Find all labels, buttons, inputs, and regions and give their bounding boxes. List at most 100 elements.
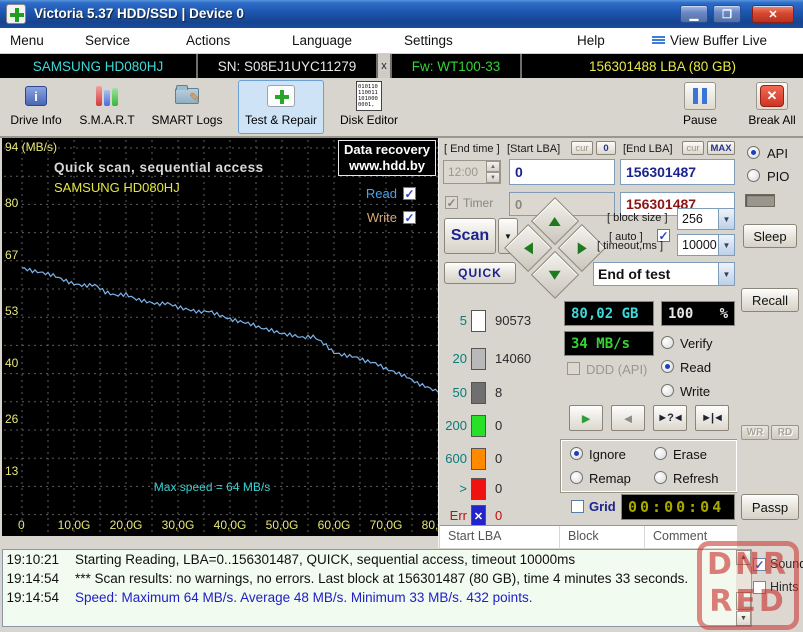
end-lba-max-button[interactable]: MAX	[707, 141, 735, 155]
minimize-button[interactable]: ▁	[680, 5, 708, 23]
serial-close-button[interactable]: x	[378, 54, 392, 78]
recall-button[interactable]: Recall	[741, 288, 799, 312]
max-speed-note: Max speed = 64 MB/s	[102, 480, 322, 494]
spin-up-icon[interactable]: ▲	[486, 161, 500, 172]
read-checkbox[interactable]: ✓	[403, 187, 416, 200]
time-block-icon	[471, 448, 486, 470]
stats-row: 2014060	[439, 348, 559, 372]
smart-logs-button[interactable]: ✎ SMART Logs	[148, 80, 226, 134]
end-lba-cur-button[interactable]: cur	[682, 141, 704, 155]
column-start-lba: Start LBA	[440, 526, 560, 548]
x-tick-label: 0	[18, 518, 25, 532]
stats-value: 0	[495, 481, 502, 496]
menu-item-settings[interactable]: Settings	[404, 33, 453, 48]
write-radio[interactable]	[661, 384, 674, 397]
timeout-label: [ timeout,ms ]	[597, 240, 663, 252]
pio-label: PIO	[767, 169, 789, 184]
activity-led	[745, 194, 775, 207]
disk-editor-button[interactable]: 010110 110011 101000 0001, Disk Editor	[332, 80, 406, 134]
ddd-api-checkbox[interactable]	[567, 362, 580, 375]
start-lba-label: [Start LBA]	[507, 143, 560, 155]
menu-item-service[interactable]: Service	[85, 33, 130, 48]
block-size-combo[interactable]: 256▼	[677, 208, 735, 230]
check-icon: ✓	[404, 213, 414, 223]
y-tick-label: 94 (MB/s)	[5, 140, 57, 154]
verify-radio[interactable]	[661, 336, 674, 349]
break-all-button[interactable]: ✕ Break All	[742, 80, 802, 134]
menu-item-language[interactable]: Language	[292, 33, 352, 48]
timeout-combo[interactable]: 10000▼	[677, 234, 735, 256]
drive-info-button[interactable]: i Drive Info	[4, 80, 68, 134]
write-checkbox[interactable]: ✓	[403, 211, 416, 224]
end-of-test-combo[interactable]: End of test▼	[593, 262, 735, 286]
end-time-spinner[interactable]: 12:00 ▲▼	[443, 160, 501, 184]
grid-checkbox[interactable]	[571, 500, 584, 513]
play-backward-button[interactable]: ◄	[611, 405, 645, 431]
end-lba-input[interactable]: 156301487	[620, 159, 735, 185]
scan-button[interactable]: Scan	[444, 218, 496, 254]
capacity-led: 80,02 GB	[564, 301, 654, 326]
log-line: 19:10:21Starting Reading, LBA=0..1563014…	[3, 550, 751, 569]
block-time-stats: 590573201406050820006000>0Err✕0	[439, 295, 559, 535]
random-read-button[interactable]: ►?◄	[653, 405, 687, 431]
graph-title: Quick scan, sequential access	[54, 160, 264, 175]
quick-button[interactable]: QUICK	[444, 262, 516, 284]
play-forward-button[interactable]: ►	[569, 405, 603, 431]
log-line: 19:14:54Speed: Maximum 64 MB/s. Average …	[3, 588, 751, 607]
close-button[interactable]: ✕	[752, 5, 794, 23]
maximize-icon: ❐	[722, 8, 732, 21]
remap-radio[interactable]	[570, 471, 583, 484]
folder-icon: ✎	[175, 88, 199, 104]
wr-button[interactable]: WR	[741, 425, 769, 440]
binary-page-icon: 010110 110011 101000 0001,	[356, 81, 382, 111]
legend-read-row: Read ✓	[366, 186, 416, 201]
check-icon: ✓	[404, 189, 414, 199]
chevron-down-icon[interactable]: ▼	[718, 209, 734, 229]
refresh-radio[interactable]	[654, 471, 667, 484]
api-radio[interactable]	[747, 146, 760, 159]
passp-button[interactable]: Passp	[741, 494, 799, 520]
smart-button[interactable]: S.M.A.R.T	[74, 80, 140, 134]
start-lba-zero-button[interactable]: 0	[596, 141, 616, 155]
menu-item-menu[interactable]: Menu	[10, 33, 44, 48]
stats-value: 0	[495, 451, 502, 466]
sleep-button[interactable]: Sleep	[743, 224, 797, 248]
spin-down-icon[interactable]: ▼	[486, 172, 500, 183]
start-lba-input[interactable]: 0	[509, 159, 615, 185]
stats-label: >	[459, 481, 467, 496]
stats-label: 600	[445, 451, 467, 466]
stats-value: 0	[495, 508, 502, 523]
drive-serial: SN: S08EJ1UYC11279	[198, 54, 378, 78]
timer-checkbox[interactable]: ✓	[445, 196, 458, 209]
ignore-radio[interactable]	[570, 447, 583, 460]
log-area[interactable]: 19:10:21Starting Reading, LBA=0..1563014…	[2, 549, 752, 627]
menu-item-view-buffer-live[interactable]: View Buffer Live	[670, 33, 767, 48]
hddby-banner: Data recovery www.hdd.by	[338, 140, 436, 176]
maximize-button[interactable]: ❐	[713, 5, 741, 23]
log-message: *** Scan results: no warnings, no errors…	[75, 571, 688, 586]
play-icon: ►	[580, 411, 593, 426]
x-tick-label: 80,0G	[422, 518, 438, 532]
stats-label: 200	[445, 418, 467, 433]
butterfly-read-button[interactable]: ►|◄	[695, 405, 729, 431]
remap-label: Remap	[589, 471, 631, 486]
test-repair-button[interactable]: Test & Repair	[238, 80, 324, 134]
grid-label: Grid	[589, 499, 616, 514]
random-icon: ►?◄	[657, 412, 683, 424]
start-lba-cur-button[interactable]: cur	[571, 141, 593, 155]
chevron-down-icon[interactable]: ▼	[718, 235, 734, 255]
menu-item-actions[interactable]: Actions	[186, 33, 230, 48]
time-block-icon	[471, 382, 486, 404]
erase-radio[interactable]	[654, 447, 667, 460]
pio-radio[interactable]	[747, 169, 760, 182]
read-radio[interactable]	[661, 360, 674, 373]
time-block-icon	[471, 310, 486, 332]
play-back-icon: ◄	[622, 411, 635, 426]
chevron-down-icon[interactable]: ▼	[718, 263, 734, 285]
menu-item-help[interactable]: Help	[577, 33, 605, 48]
write-label: Write	[680, 384, 710, 399]
pause-button[interactable]: Pause	[672, 80, 728, 134]
window-title: Victoria 5.37 HDD/SSD | Device 0	[34, 6, 244, 21]
minimize-icon: ▁	[690, 8, 698, 21]
rd-button[interactable]: RD	[771, 425, 799, 440]
